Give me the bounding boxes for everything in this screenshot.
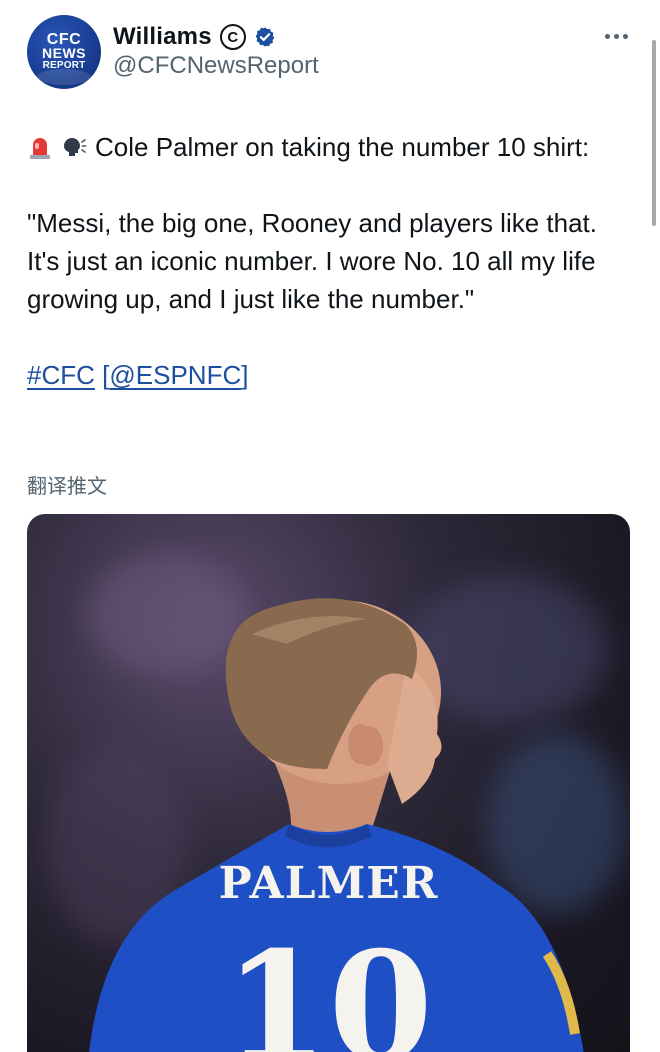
jersey-name: PALMER [218,858,439,909]
tweet-line-1: Cole Palmer on taking the number 10 shir… [95,132,590,162]
tweet-first-paragraph: Cole Palmer on taking the number 10 shir… [27,128,627,166]
lion-logo-icon [37,69,91,85]
avatar-text-line-2: NEWS [42,45,86,61]
tweet-tags: #CFC [@ESPNFC] [27,356,627,394]
copyright-icon: C [219,24,246,50]
hashtag-link[interactable]: #CFC [27,360,95,390]
source-mention: @ESPNFC [109,360,242,390]
name-row: Williams C [113,20,276,54]
handle[interactable]: @CFCNewsReport [113,52,319,80]
source-close-bracket: ] [241,360,249,390]
translate-tweet-link[interactable]: 翻译推文 [27,470,107,499]
avatar[interactable]: CFC NEWS REPORT [27,15,101,89]
verified-badge-icon[interactable] [254,26,276,48]
source-mention-link[interactable]: [@ESPNFC] [102,360,248,390]
speaking-head-emoji [64,138,87,156]
scrollbar[interactable] [652,40,656,226]
jersey-number: 10 [224,919,433,1052]
more-options-icon[interactable] [605,34,628,39]
rotating-light-emoji [30,138,50,159]
tweet-quote: "Messi, the big one, Rooney and players … [27,208,597,314]
tweet-header: CFC NEWS REPORT Williams C @CFCNewsRepor… [0,0,660,110]
tweet-text: Cole Palmer on taking the number 10 shir… [27,128,627,394]
tweet-media-image[interactable]: PALMER 10 [27,514,630,1052]
display-name[interactable]: Williams [113,23,212,51]
